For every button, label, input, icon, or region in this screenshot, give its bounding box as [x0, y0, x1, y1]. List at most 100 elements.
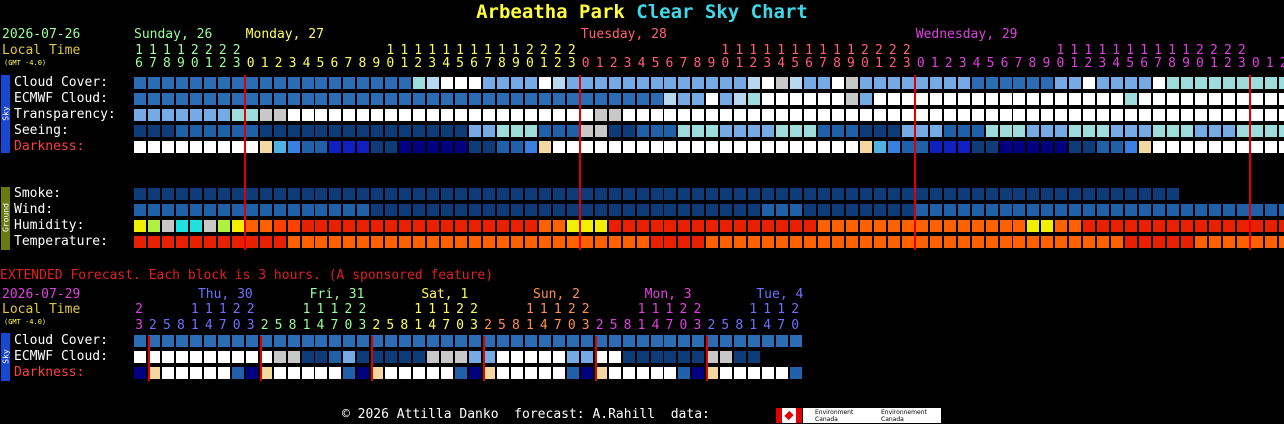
forecast-cell	[776, 335, 789, 347]
forecast-cell	[329, 335, 342, 347]
forecast-cell	[887, 93, 900, 105]
forecast-cell	[441, 236, 454, 248]
forecast-cell	[985, 93, 998, 105]
forecast-cell	[901, 236, 914, 248]
forecast-cell	[1208, 204, 1221, 216]
forecast-cell	[1083, 109, 1096, 121]
hour-digit: 2	[149, 318, 157, 333]
forecast-cell	[427, 204, 440, 216]
forecast-cell	[1167, 204, 1180, 216]
forecast-cell	[832, 236, 844, 248]
hour-digit: 6	[135, 56, 143, 71]
forecast-cell	[301, 236, 314, 248]
forecast-cell	[1013, 125, 1026, 137]
forecast-cell	[1264, 125, 1277, 137]
hour-digit: 8	[833, 56, 841, 71]
forecast-cell	[441, 77, 454, 89]
hour-digit: 0	[860, 56, 869, 71]
forecast-cell	[1167, 141, 1180, 153]
forecast-cell	[524, 220, 537, 232]
hour-digit: 1	[414, 318, 423, 333]
forecast-cell	[510, 236, 523, 248]
forecast-cell	[231, 109, 244, 121]
forecast-cell	[929, 77, 942, 89]
forecast-cell	[1167, 220, 1180, 232]
forecast-cell	[161, 93, 174, 105]
environment-canada-logo[interactable]: Environment Canada Environnement Canada	[803, 408, 941, 423]
forecast-cell	[762, 93, 775, 105]
forecast-cell	[818, 141, 831, 153]
forecast-cell	[832, 77, 844, 89]
forecast-cell	[580, 236, 593, 248]
forecast-cell	[790, 220, 803, 232]
forecast-cell	[273, 335, 286, 347]
forecast-cell	[469, 220, 482, 232]
forecast-cell	[189, 77, 202, 89]
forecast-cell	[329, 220, 342, 232]
hour-digit: 8	[623, 318, 632, 333]
forecast-cell	[385, 351, 398, 363]
forecast-cell	[636, 220, 649, 232]
forecast-cell	[845, 77, 858, 89]
hour-tens-digit: 2	[581, 302, 590, 317]
forecast-cell	[441, 188, 454, 200]
forecast-cell	[552, 109, 565, 121]
forecast-cell	[1278, 141, 1284, 153]
forecast-cell	[664, 335, 677, 347]
forecast-cell	[1111, 188, 1124, 200]
forecast-cell	[189, 220, 202, 232]
hour-tens-digit: 1	[749, 302, 758, 317]
forecast-cell	[134, 335, 146, 347]
forecast-cell	[385, 220, 398, 232]
forecast-cell	[734, 351, 747, 363]
hour-tens-digit: 2	[567, 302, 576, 317]
hour-digit: 6	[470, 56, 478, 71]
forecast-cell	[510, 109, 523, 121]
canada-flag-icon[interactable]	[776, 408, 802, 423]
forecast-cell	[1222, 141, 1235, 153]
forecast-cell	[1111, 93, 1124, 105]
forecast-cell	[636, 236, 649, 248]
forecast-cell	[1153, 236, 1166, 248]
midnight-line	[578, 75, 581, 250]
forecast-cell	[957, 77, 970, 89]
forecast-cell	[734, 236, 747, 248]
hour-digit: 6	[330, 56, 339, 71]
hour-digit: 2	[944, 56, 953, 71]
forecast-cell	[776, 77, 789, 89]
forecast-cell	[259, 188, 272, 200]
hour-digit: 3	[428, 56, 437, 71]
forecast-cell	[608, 367, 621, 379]
forecast-cell	[343, 125, 356, 137]
forecast-cell	[748, 367, 761, 379]
forecast-cell	[971, 109, 984, 121]
forecast-cell	[203, 351, 216, 363]
forecast-cell	[301, 141, 314, 153]
forecast-cell	[1153, 220, 1166, 232]
forecast-cell	[441, 367, 454, 379]
forecast-cell	[734, 220, 747, 232]
hour-digit: 2	[274, 56, 283, 71]
forecast-cell	[1139, 236, 1152, 248]
forecast-cell	[776, 188, 789, 200]
forecast-cell	[1153, 204, 1166, 216]
forecast-cell	[1194, 93, 1207, 105]
hour-digit: 7	[149, 56, 157, 71]
forecast-cell	[776, 204, 789, 216]
gmt-offset: (GMT -4.0)	[4, 59, 47, 67]
forecast-cell	[510, 204, 523, 216]
chart-title: Arbeatha Park Clear Sky Chart	[0, 0, 1284, 24]
forecast-cell	[678, 93, 691, 105]
forecast-cell	[538, 93, 551, 105]
forecast-cell	[1250, 236, 1263, 248]
forecast-cell	[287, 77, 300, 89]
forecast-cell	[161, 109, 174, 121]
forecast-cell	[1250, 141, 1263, 153]
forecast-cell	[566, 351, 579, 363]
forecast-cell	[720, 109, 733, 121]
forecast-cell	[231, 351, 244, 363]
forecast-cell	[622, 141, 635, 153]
forecast-cell	[147, 236, 160, 248]
forecast-cell	[929, 220, 942, 232]
forecast-cell	[315, 236, 328, 248]
